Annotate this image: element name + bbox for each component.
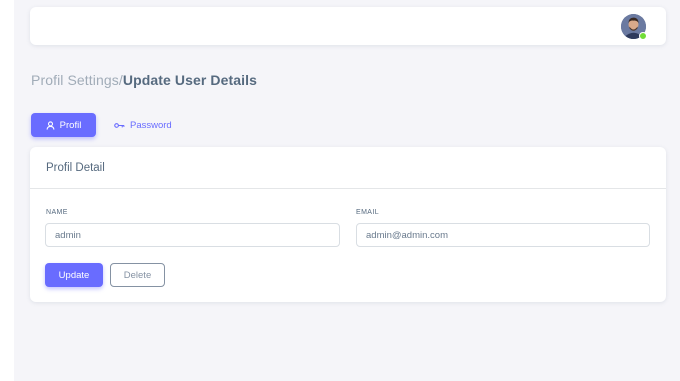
profile-detail-card: Profil Detail NAME admin EMAIL admin@adm… xyxy=(30,147,666,302)
card-title: Profil Detail xyxy=(30,147,666,189)
online-status-indicator xyxy=(639,32,647,40)
tab-profil[interactable]: Profil xyxy=(31,113,96,137)
delete-button[interactable]: Delete xyxy=(110,263,165,287)
avatar[interactable] xyxy=(621,14,647,40)
sidebar-strip xyxy=(0,0,14,381)
update-button[interactable]: Update xyxy=(45,263,103,287)
breadcrumb-parent[interactable]: Profil Settings/ xyxy=(31,72,123,88)
breadcrumb: Profil Settings/Update User Details xyxy=(31,72,257,88)
email-field[interactable]: admin@admin.com xyxy=(356,223,650,247)
name-label: NAME xyxy=(46,209,68,216)
tab-password-label: Password xyxy=(130,119,172,131)
breadcrumb-current: Update User Details xyxy=(122,72,258,88)
top-navbar xyxy=(30,7,666,45)
email-label: EMAIL xyxy=(356,209,380,216)
user-icon xyxy=(46,120,55,130)
name-field[interactable]: admin xyxy=(45,223,340,247)
profile-tabs: Profil Password xyxy=(31,113,182,137)
tab-profil-label: Profil xyxy=(59,119,82,131)
tab-password[interactable]: Password xyxy=(104,113,182,137)
key-icon xyxy=(114,122,125,129)
